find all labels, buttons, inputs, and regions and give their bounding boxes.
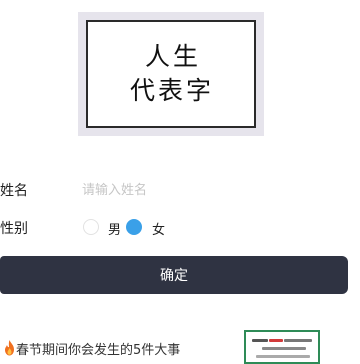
confirm-button[interactable]: 确定 [0, 256, 348, 294]
thumbnail-text-line [252, 339, 268, 342]
hero-frame: 人生 代表字 [86, 20, 256, 128]
gender-row: 性别 男 女 [0, 210, 360, 246]
gender-label: 性别 [0, 221, 28, 237]
gender-radio-female[interactable] [126, 219, 142, 235]
gender-radio-male[interactable] [83, 219, 99, 235]
thumbnail-text-line [262, 347, 306, 350]
gender-option-female-label[interactable]: 女 [152, 219, 165, 238]
recommendation-thumbnail[interactable] [244, 330, 320, 364]
thumbnail-text-line [256, 355, 310, 358]
flame-icon [5, 340, 14, 356]
name-input[interactable] [76, 178, 328, 202]
name-row: 姓名 [0, 172, 360, 208]
recommendation-title[interactable]: 春节期间你会发生的5件大事 [16, 339, 180, 358]
hero-image: 人生 代表字 [78, 12, 264, 136]
thumbnail-text-line [284, 339, 312, 342]
hero-title-line-2: 代表字 [129, 76, 214, 105]
thumbnail-text-line [269, 339, 283, 342]
name-label: 姓名 [0, 183, 28, 199]
gender-option-male-label[interactable]: 男 [108, 219, 121, 238]
hero-title-line-1: 人生 [144, 42, 201, 71]
